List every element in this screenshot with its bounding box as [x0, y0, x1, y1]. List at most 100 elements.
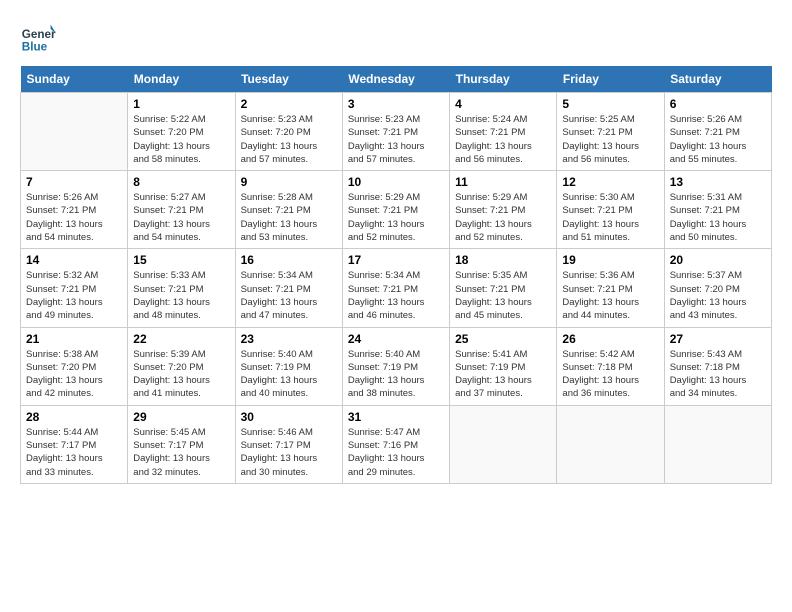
day-number: 18 [455, 253, 551, 267]
calendar-cell: 1 Sunrise: 5:22 AMSunset: 7:20 PMDaylight… [128, 93, 235, 171]
day-info: Sunrise: 5:26 AMSunset: 7:21 PMDaylight:… [26, 191, 122, 244]
day-info: Sunrise: 5:33 AMSunset: 7:21 PMDaylight:… [133, 269, 229, 322]
calendar-cell: 11 Sunrise: 5:29 AMSunset: 7:21 PMDayligh… [450, 171, 557, 249]
header: General Blue [20, 20, 772, 56]
day-info: Sunrise: 5:24 AMSunset: 7:21 PMDaylight:… [455, 113, 551, 166]
calendar-cell: 9 Sunrise: 5:28 AMSunset: 7:21 PMDaylight… [235, 171, 342, 249]
calendar-cell: 12 Sunrise: 5:30 AMSunset: 7:21 PMDayligh… [557, 171, 664, 249]
calendar-cell: 20 Sunrise: 5:37 AMSunset: 7:20 PMDayligh… [664, 249, 771, 327]
calendar-cell [557, 405, 664, 483]
calendar-cell: 24 Sunrise: 5:40 AMSunset: 7:19 PMDayligh… [342, 327, 449, 405]
calendar-cell: 7 Sunrise: 5:26 AMSunset: 7:21 PMDaylight… [21, 171, 128, 249]
day-number: 9 [241, 175, 337, 189]
day-number: 12 [562, 175, 658, 189]
day-number: 15 [133, 253, 229, 267]
day-info: Sunrise: 5:37 AMSunset: 7:20 PMDaylight:… [670, 269, 766, 322]
day-number: 10 [348, 175, 444, 189]
calendar-cell: 17Sunrise: 5:34 AMSunset: 7:21 PMDayligh… [342, 249, 449, 327]
day-info: Sunrise: 5:28 AMSunset: 7:21 PMDaylight:… [241, 191, 337, 244]
day-number: 22 [133, 332, 229, 346]
day-info: Sunrise: 5:35 AMSunset: 7:21 PMDaylight:… [455, 269, 551, 322]
day-number: 16 [241, 253, 337, 267]
calendar-header-row: SundayMondayTuesdayWednesdayThursdayFrid… [21, 66, 772, 93]
week-row-3: 14 Sunrise: 5:32 AMSunset: 7:21 PMDayligh… [21, 249, 772, 327]
header-friday: Friday [557, 66, 664, 93]
day-info: Sunrise: 5:30 AMSunset: 7:21 PMDaylight:… [562, 191, 658, 244]
week-row-4: 21 Sunrise: 5:38 AMSunset: 7:20 PMDayligh… [21, 327, 772, 405]
header-monday: Monday [128, 66, 235, 93]
calendar-cell: 26 Sunrise: 5:42 AMSunset: 7:18 PMDayligh… [557, 327, 664, 405]
calendar-cell: 4 Sunrise: 5:24 AMSunset: 7:21 PMDaylight… [450, 93, 557, 171]
day-number: 27 [670, 332, 766, 346]
logo-icon: General Blue [20, 20, 56, 56]
week-row-1: 1 Sunrise: 5:22 AMSunset: 7:20 PMDaylight… [21, 93, 772, 171]
day-number: 29 [133, 410, 229, 424]
day-info: Sunrise: 5:47 AMSunset: 7:16 PMDaylight:… [348, 426, 444, 479]
day-info: Sunrise: 5:34 AMSunset: 7:21 PMDaylight:… [241, 269, 337, 322]
calendar-cell: 19Sunrise: 5:36 AMSunset: 7:21 PMDayligh… [557, 249, 664, 327]
calendar-cell: 13 Sunrise: 5:31 AMSunset: 7:21 PMDayligh… [664, 171, 771, 249]
day-number: 25 [455, 332, 551, 346]
day-info: Sunrise: 5:40 AMSunset: 7:19 PMDaylight:… [348, 348, 444, 401]
day-info: Sunrise: 5:22 AMSunset: 7:20 PMDaylight:… [133, 113, 229, 166]
header-sunday: Sunday [21, 66, 128, 93]
calendar-cell: 21 Sunrise: 5:38 AMSunset: 7:20 PMDayligh… [21, 327, 128, 405]
day-info: Sunrise: 5:46 AMSunset: 7:17 PMDaylight:… [241, 426, 337, 479]
day-info: Sunrise: 5:27 AMSunset: 7:21 PMDaylight:… [133, 191, 229, 244]
day-number: 4 [455, 97, 551, 111]
day-info: Sunrise: 5:34 AMSunset: 7:21 PMDaylight:… [348, 269, 444, 322]
day-number: 31 [348, 410, 444, 424]
day-info: Sunrise: 5:41 AMSunset: 7:19 PMDaylight:… [455, 348, 551, 401]
day-info: Sunrise: 5:29 AMSunset: 7:21 PMDaylight:… [455, 191, 551, 244]
day-number: 20 [670, 253, 766, 267]
day-info: Sunrise: 5:23 AMSunset: 7:21 PMDaylight:… [348, 113, 444, 166]
day-info: Sunrise: 5:39 AMSunset: 7:20 PMDaylight:… [133, 348, 229, 401]
calendar-cell: 8Sunrise: 5:27 AMSunset: 7:21 PMDaylight… [128, 171, 235, 249]
calendar-cell [450, 405, 557, 483]
calendar-cell [664, 405, 771, 483]
day-number: 14 [26, 253, 122, 267]
day-info: Sunrise: 5:36 AMSunset: 7:21 PMDaylight:… [562, 269, 658, 322]
day-info: Sunrise: 5:25 AMSunset: 7:21 PMDaylight:… [562, 113, 658, 166]
day-info: Sunrise: 5:32 AMSunset: 7:21 PMDaylight:… [26, 269, 122, 322]
day-info: Sunrise: 5:38 AMSunset: 7:20 PMDaylight:… [26, 348, 122, 401]
day-info: Sunrise: 5:26 AMSunset: 7:21 PMDaylight:… [670, 113, 766, 166]
calendar-cell: 5 Sunrise: 5:25 AMSunset: 7:21 PMDaylight… [557, 93, 664, 171]
svg-text:Blue: Blue [22, 41, 48, 54]
calendar-cell: 22 Sunrise: 5:39 AMSunset: 7:20 PMDayligh… [128, 327, 235, 405]
day-info: Sunrise: 5:44 AMSunset: 7:17 PMDaylight:… [26, 426, 122, 479]
calendar-cell [21, 93, 128, 171]
week-row-5: 28 Sunrise: 5:44 AMSunset: 7:17 PMDayligh… [21, 405, 772, 483]
calendar-cell: 14 Sunrise: 5:32 AMSunset: 7:21 PMDayligh… [21, 249, 128, 327]
day-info: Sunrise: 5:23 AMSunset: 7:20 PMDaylight:… [241, 113, 337, 166]
day-number: 2 [241, 97, 337, 111]
day-info: Sunrise: 5:42 AMSunset: 7:18 PMDaylight:… [562, 348, 658, 401]
day-number: 7 [26, 175, 122, 189]
day-number: 26 [562, 332, 658, 346]
day-number: 11 [455, 175, 551, 189]
calendar-cell: 6 Sunrise: 5:26 AMSunset: 7:21 PMDaylight… [664, 93, 771, 171]
svg-text:General: General [22, 28, 56, 41]
day-number: 5 [562, 97, 658, 111]
day-number: 6 [670, 97, 766, 111]
day-number: 13 [670, 175, 766, 189]
day-number: 30 [241, 410, 337, 424]
day-number: 21 [26, 332, 122, 346]
calendar-cell: 15 Sunrise: 5:33 AMSunset: 7:21 PMDayligh… [128, 249, 235, 327]
header-saturday: Saturday [664, 66, 771, 93]
calendar-cell: 29 Sunrise: 5:45 AMSunset: 7:17 PMDayligh… [128, 405, 235, 483]
calendar-cell: 25 Sunrise: 5:41 AMSunset: 7:19 PMDayligh… [450, 327, 557, 405]
day-info: Sunrise: 5:45 AMSunset: 7:17 PMDaylight:… [133, 426, 229, 479]
day-number: 28 [26, 410, 122, 424]
header-wednesday: Wednesday [342, 66, 449, 93]
calendar-cell: 18 Sunrise: 5:35 AMSunset: 7:21 PMDayligh… [450, 249, 557, 327]
day-info: Sunrise: 5:43 AMSunset: 7:18 PMDaylight:… [670, 348, 766, 401]
day-number: 23 [241, 332, 337, 346]
calendar-cell: 27 Sunrise: 5:43 AMSunset: 7:18 PMDayligh… [664, 327, 771, 405]
calendar-cell: 2 Sunrise: 5:23 AMSunset: 7:20 PMDaylight… [235, 93, 342, 171]
day-info: Sunrise: 5:31 AMSunset: 7:21 PMDaylight:… [670, 191, 766, 244]
day-info: Sunrise: 5:40 AMSunset: 7:19 PMDaylight:… [241, 348, 337, 401]
day-number: 24 [348, 332, 444, 346]
week-row-2: 7 Sunrise: 5:26 AMSunset: 7:21 PMDaylight… [21, 171, 772, 249]
day-number: 1 [133, 97, 229, 111]
